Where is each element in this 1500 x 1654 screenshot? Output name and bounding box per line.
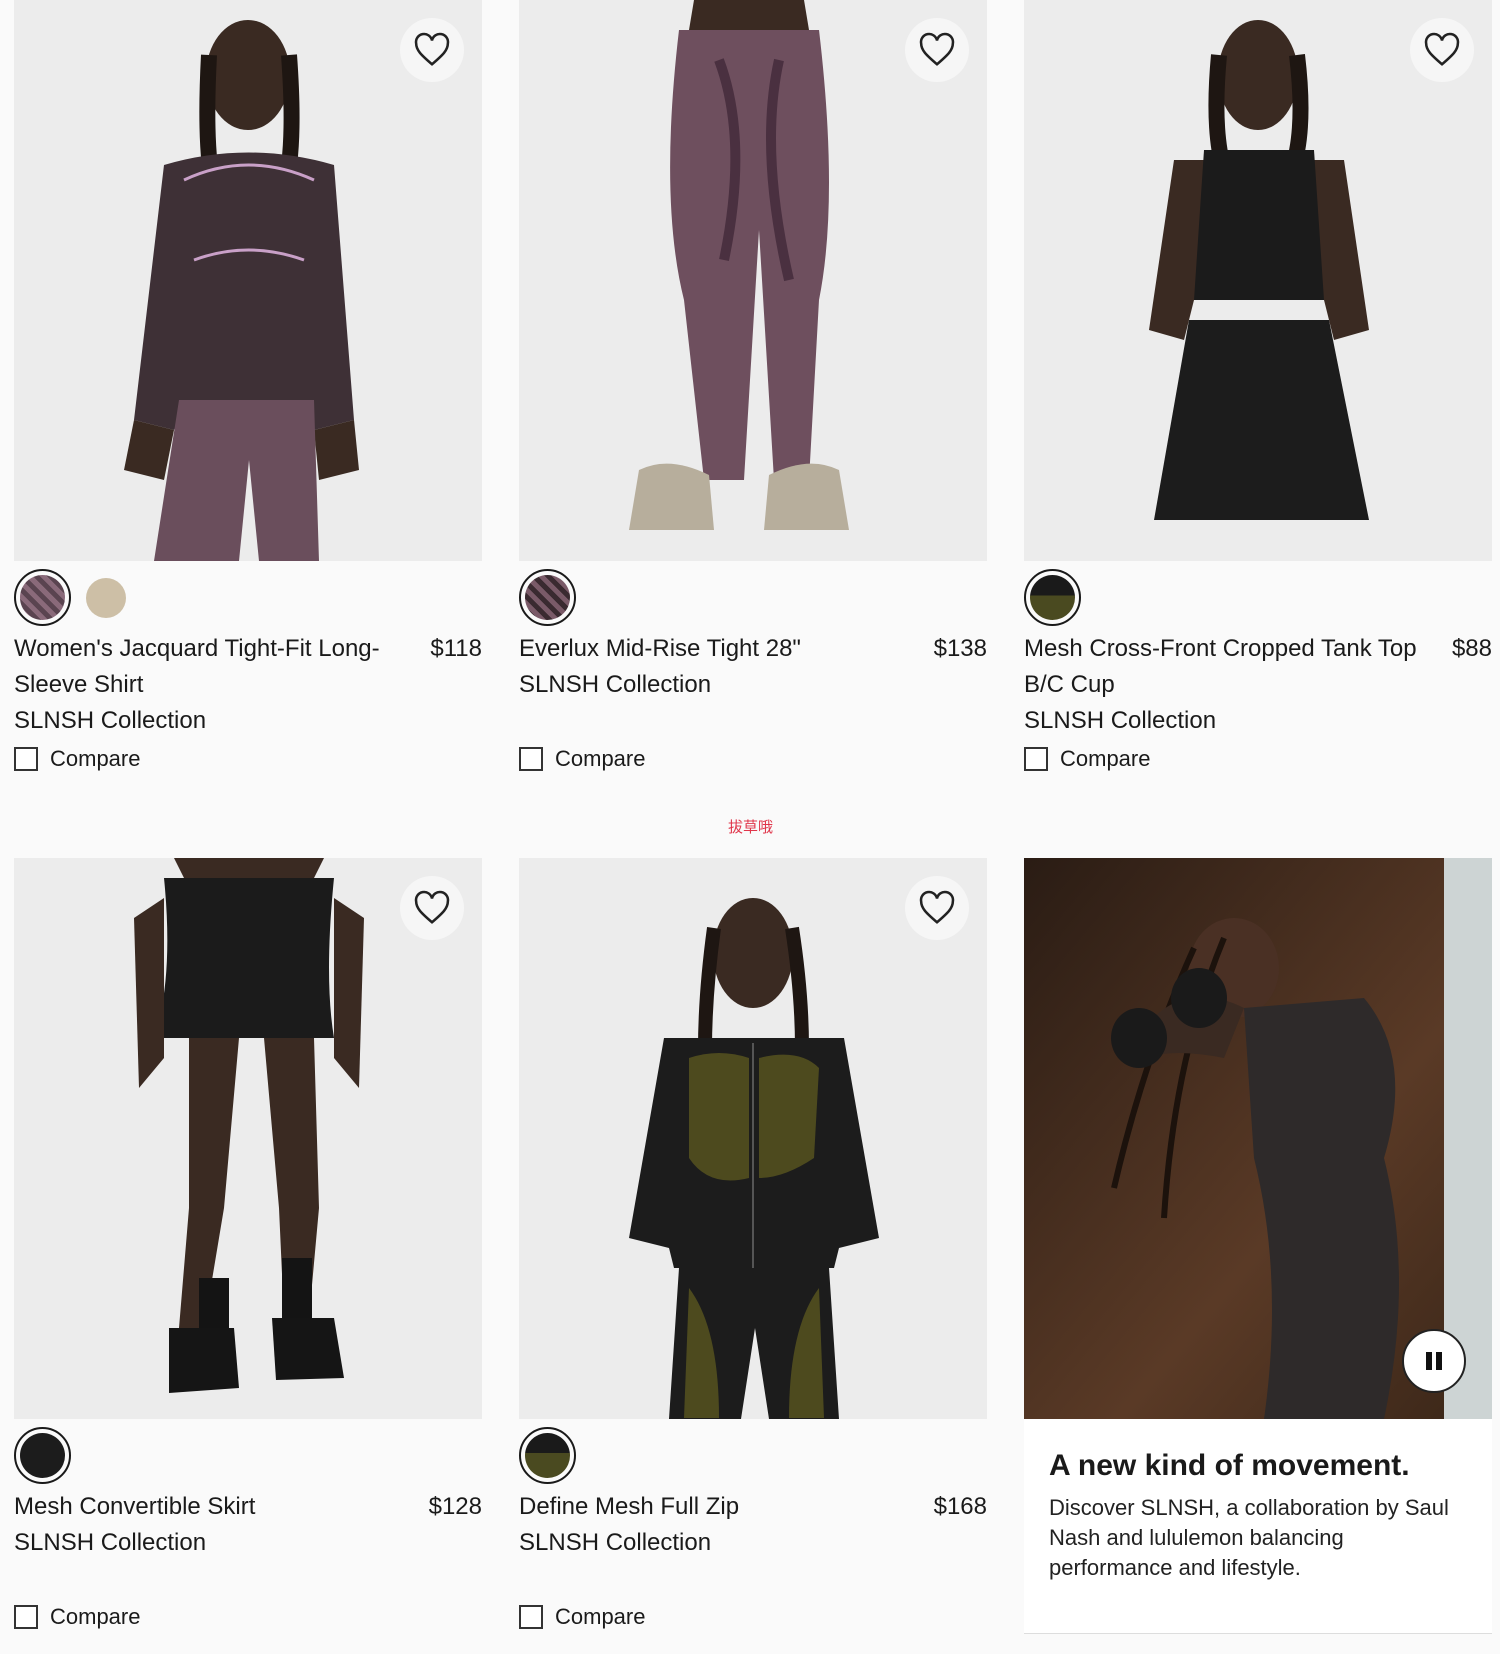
product-image[interactable] <box>519 0 987 561</box>
model-figure <box>14 858 482 1419</box>
product-info: Everlux Mid-Rise Tight 28" $138 SLNSH Co… <box>519 631 987 739</box>
product-collection: SLNSH Collection <box>1024 707 1217 734</box>
color-swatches <box>14 1419 482 1489</box>
product-card: Define Mesh Full Zip $168 SLNSH Collecti… <box>519 858 987 1637</box>
wishlist-button[interactable] <box>905 18 969 82</box>
color-swatch[interactable] <box>519 569 576 626</box>
compare-label: Compare <box>1060 746 1151 771</box>
compare-checkbox[interactable]: Compare <box>519 739 987 779</box>
checkbox-icon[interactable] <box>14 747 38 771</box>
checkbox-icon[interactable] <box>519 1605 543 1629</box>
product-info: Mesh Convertible Skirt $128 SLNSH Collec… <box>14 1489 482 1597</box>
promo-video[interactable] <box>1024 858 1492 1419</box>
product-info: Women's Jacquard Tight-Fit Long-Sleeve S… <box>14 631 482 739</box>
promo-tile: A new kind of movement. Discover SLNSH, … <box>1024 858 1492 1634</box>
checkbox-icon[interactable] <box>519 747 543 771</box>
product-collection: SLNSH Collection <box>519 671 712 698</box>
color-swatches <box>519 1419 987 1489</box>
compare-label: Compare <box>50 746 141 771</box>
checkbox-icon[interactable] <box>1024 747 1048 771</box>
product-name[interactable]: Mesh Convertible Skirt <box>14 1489 414 1525</box>
color-swatch[interactable] <box>519 1427 576 1484</box>
product-collection: SLNSH Collection <box>14 707 207 734</box>
heart-outline-icon <box>919 32 955 66</box>
compare-checkbox[interactable]: Compare <box>519 1597 987 1637</box>
model-figure <box>1024 0 1492 561</box>
color-swatch[interactable] <box>14 569 71 626</box>
product-image[interactable] <box>519 858 987 1419</box>
wishlist-button[interactable] <box>905 876 969 940</box>
compare-checkbox[interactable]: Compare <box>14 1597 482 1637</box>
promo-title: A new kind of movement. <box>1049 1449 1410 1482</box>
product-card: Mesh Convertible Skirt $128 SLNSH Collec… <box>14 858 482 1637</box>
checkbox-icon[interactable] <box>14 1605 38 1629</box>
product-image[interactable] <box>14 0 482 561</box>
compare-checkbox[interactable]: Compare <box>1024 739 1492 779</box>
color-swatch[interactable] <box>77 569 134 626</box>
product-image[interactable] <box>1024 0 1492 561</box>
product-price: $118 <box>430 635 482 662</box>
wishlist-button[interactable] <box>1410 18 1474 82</box>
product-name[interactable]: Everlux Mid-Rise Tight 28" <box>519 631 919 667</box>
product-price: $138 <box>933 635 987 662</box>
product-info: Define Mesh Full Zip $168 SLNSH Collecti… <box>519 1489 987 1597</box>
compare-label: Compare <box>50 1604 141 1629</box>
product-name[interactable]: Women's Jacquard Tight-Fit Long-Sleeve S… <box>14 631 414 703</box>
model-figure <box>519 858 987 1419</box>
product-info: Mesh Cross-Front Cropped Tank Top B/C Cu… <box>1024 631 1492 739</box>
product-collection: SLNSH Collection <box>14 1529 207 1556</box>
promo-description: Discover SLNSH, a collaboration by Saul … <box>1049 1495 1449 1580</box>
color-swatches <box>519 561 987 631</box>
color-swatch[interactable] <box>1024 569 1081 626</box>
product-price: $128 <box>428 1493 482 1520</box>
color-swatches <box>1024 561 1492 631</box>
compare-label: Compare <box>555 1604 646 1629</box>
product-image[interactable] <box>14 858 482 1419</box>
product-name[interactable]: Mesh Cross-Front Cropped Tank Top B/C Cu… <box>1024 631 1424 703</box>
heart-outline-icon <box>1424 32 1460 66</box>
heart-outline-icon <box>919 890 955 924</box>
watermark-text: 拔草哦 <box>728 819 774 836</box>
wishlist-button[interactable] <box>400 18 464 82</box>
heart-outline-icon <box>414 32 450 66</box>
pause-button[interactable] <box>1402 1329 1466 1393</box>
heart-outline-icon <box>414 890 450 924</box>
product-name[interactable]: Define Mesh Full Zip <box>519 1489 919 1525</box>
product-card: Mesh Cross-Front Cropped Tank Top B/C Cu… <box>1024 0 1492 779</box>
pause-icon <box>1426 1352 1432 1370</box>
model-figure <box>14 0 482 561</box>
model-figure <box>519 0 987 561</box>
wishlist-button[interactable] <box>400 876 464 940</box>
product-price: $88 <box>1451 635 1492 662</box>
product-collection: SLNSH Collection <box>519 1529 712 1556</box>
product-card: Women's Jacquard Tight-Fit Long-Sleeve S… <box>14 0 482 779</box>
product-price: $168 <box>933 1493 987 1520</box>
compare-checkbox[interactable]: Compare <box>14 739 482 779</box>
color-swatches <box>14 561 482 631</box>
product-card: Everlux Mid-Rise Tight 28" $138 SLNSH Co… <box>519 0 987 779</box>
color-swatch[interactable] <box>14 1427 71 1484</box>
compare-label: Compare <box>555 746 646 771</box>
